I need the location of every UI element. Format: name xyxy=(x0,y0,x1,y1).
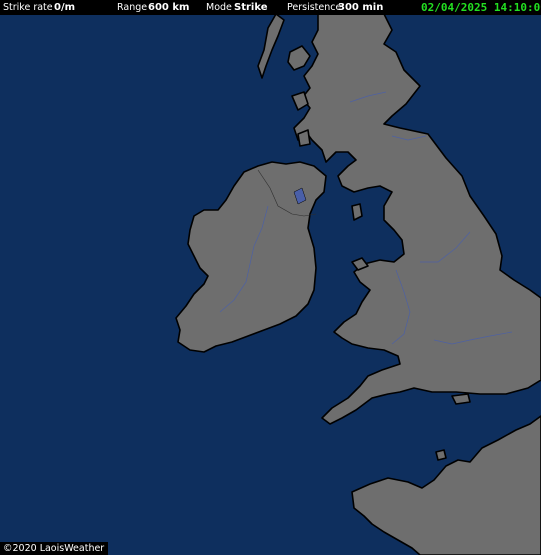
status-bar: Strike rate 0/m Range 600 km Mode Strike… xyxy=(0,0,541,15)
channel-islands xyxy=(435,449,447,461)
lightning-map[interactable]: Strike rate 0/m Range 600 km Mode Strike… xyxy=(0,0,541,555)
outer-hebrides xyxy=(257,13,285,79)
mull xyxy=(291,91,309,111)
timestamp: 02/04/2025 14:10:00 xyxy=(421,1,541,14)
great-britain-landmass xyxy=(293,13,541,425)
ireland-landmass xyxy=(175,161,327,353)
isle-of-wight xyxy=(451,393,471,405)
map-canvas xyxy=(175,13,541,555)
mode-value: Strike xyxy=(234,2,268,13)
persistence-value: 300 min xyxy=(338,2,384,13)
copyright-notice: ©2020 LaoisWeather xyxy=(0,542,109,555)
strike-rate-label: Strike rate xyxy=(3,2,53,13)
skye xyxy=(287,45,311,71)
mode-label: Mode xyxy=(206,2,232,13)
strike-rate-value: 0/m xyxy=(54,2,76,13)
persistence-label: Persistence xyxy=(287,2,342,13)
isle-of-man xyxy=(351,203,363,221)
range-value: 600 km xyxy=(148,2,190,13)
brittany xyxy=(351,415,541,555)
range-label: Range xyxy=(117,2,148,13)
